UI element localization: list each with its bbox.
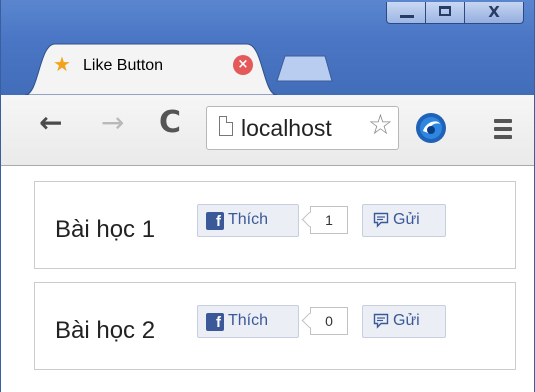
like-label: Thích [228,211,269,228]
bookmark-star-icon[interactable]: ☆ [365,111,393,139]
facebook-icon: f [206,313,224,331]
like-button[interactable]: f Thích [197,305,299,338]
window-controls: X [386,2,524,24]
like-button[interactable]: f Thích [197,204,299,237]
maximize-button[interactable] [425,2,465,24]
send-icon [373,212,389,228]
page-content: Bài học 1 f Thích 1 Gửi Bài học 2 f Thíc… [1,166,534,392]
reload-icon[interactable]: C [159,108,181,138]
send-icon [373,313,389,329]
back-arrow-icon[interactable]: ← [39,109,62,137]
new-tab-button[interactable] [275,54,333,82]
send-label: Gửi [393,211,420,228]
close-window-button[interactable]: X [464,2,524,24]
send-button[interactable]: Gửi [362,305,446,338]
menu-icon[interactable] [494,119,512,143]
tab-title: Like Button [83,57,164,74]
address-text[interactable]: localhost [241,115,332,142]
browser-toolbar: ← → C localhost ☆ [1,95,534,166]
minimize-icon [400,15,414,18]
star-icon: ★ [53,52,71,76]
send-label: Gửi [393,312,420,329]
like-label: Thích [228,312,269,329]
tab-like-button[interactable]: ★ Like Button × [25,42,277,95]
lesson-title: Bài học 1 [55,216,156,243]
tab-close-icon[interactable]: × [233,55,253,75]
close-icon: X [488,3,500,21]
minimize-button[interactable] [386,2,426,24]
lesson-title: Bài học 2 [55,317,156,344]
send-button[interactable]: Gửi [362,204,446,237]
like-count: 1 [310,206,348,234]
maximize-icon [439,6,451,16]
title-bar: X ★ Like Button × [1,0,534,95]
page-icon [219,116,233,136]
extension-icon[interactable] [414,111,448,145]
lesson-card: Bài học 1 f Thích 1 Gửi [34,181,516,269]
facebook-icon: f [206,212,224,230]
address-bar[interactable]: localhost ☆ [206,106,399,150]
lesson-card: Bài học 2 f Thích 0 Gửi [34,282,516,370]
forward-arrow-icon[interactable]: → [101,109,124,137]
browser-window: X ★ Like Button × ← → C localhost ☆ Bài … [0,0,535,392]
like-count: 0 [310,307,348,335]
